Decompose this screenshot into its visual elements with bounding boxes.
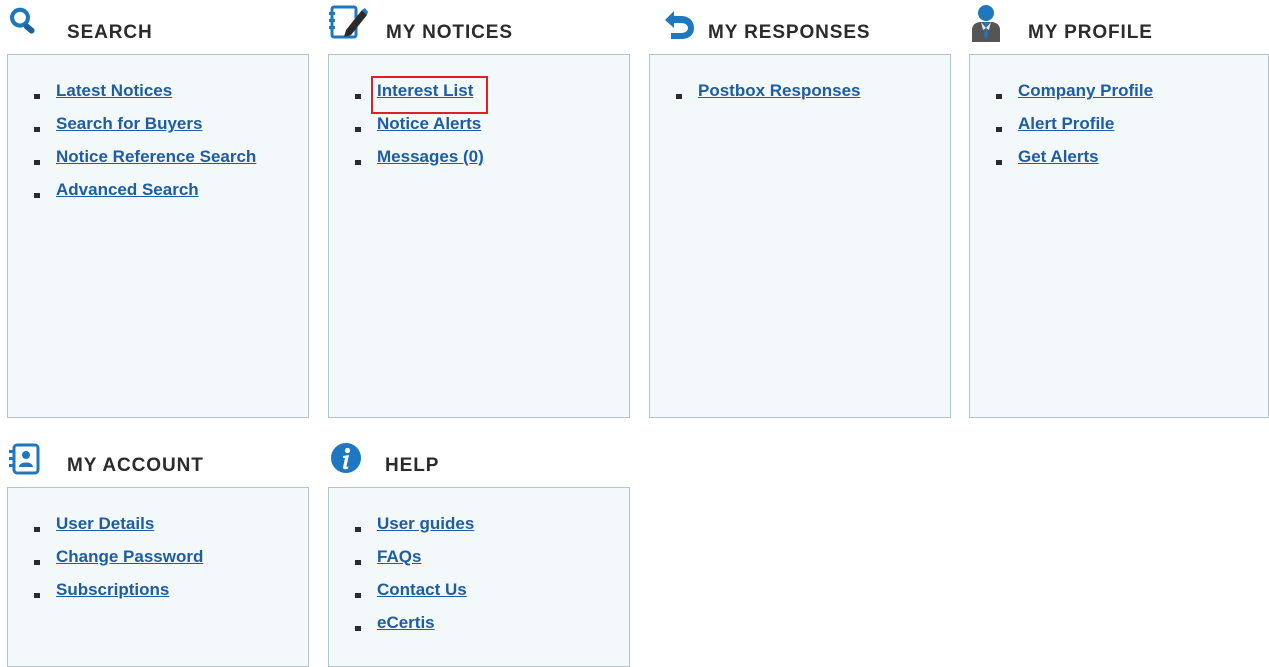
bullet	[34, 593, 40, 598]
list-item: Alert Profile	[996, 114, 1153, 147]
list-item: Interest List	[355, 76, 488, 114]
help-links-box: User guides FAQs Contact Us eCertis	[328, 487, 630, 667]
contact-book-icon	[9, 443, 40, 475]
my-responses-link-list: Postbox Responses	[676, 81, 861, 114]
bullet	[996, 127, 1002, 132]
list-item: User Details	[34, 514, 203, 547]
alert-profile-link[interactable]: Alert Profile	[1018, 114, 1114, 134]
list-item: User guides	[355, 514, 474, 547]
bullet	[676, 94, 682, 99]
bullet	[355, 94, 361, 99]
list-item: Messages (0)	[355, 147, 484, 180]
bullet	[996, 94, 1002, 99]
ecertis-link[interactable]: eCertis	[377, 613, 435, 633]
list-item: Get Alerts	[996, 147, 1153, 180]
list-item: Notice Reference Search	[34, 147, 256, 180]
magnifier-icon	[10, 7, 35, 34]
bullet	[34, 127, 40, 132]
contact-us-link[interactable]: Contact Us	[377, 580, 467, 600]
my-notices-panel-header: MY NOTICES	[328, 0, 630, 44]
search-link-list: Latest Notices Search for Buyers Notice …	[34, 81, 256, 213]
my-profile-panel-header: MY PROFILE	[969, 0, 1269, 44]
my-account-links-box: User Details Change Password Subscriptio…	[7, 487, 309, 667]
panel-title: MY RESPONSES	[708, 22, 871, 43]
bullet	[34, 560, 40, 565]
list-item: eCertis	[355, 613, 474, 646]
panel-title: MY NOTICES	[386, 22, 513, 43]
notice-alerts-link[interactable]: Notice Alerts	[377, 114, 481, 134]
help-panel-header: HELP	[328, 433, 630, 477]
interest-list-highlight-box	[371, 76, 488, 114]
list-item: Postbox Responses	[676, 81, 861, 114]
user-details-link[interactable]: User Details	[56, 514, 154, 534]
company-profile-link[interactable]: Company Profile	[1018, 81, 1153, 101]
my-account-panel-header: MY ACCOUNT	[7, 433, 309, 477]
list-item: Change Password	[34, 547, 203, 580]
faqs-link[interactable]: FAQs	[377, 547, 421, 567]
advanced-search-link[interactable]: Advanced Search	[56, 180, 199, 200]
bullet	[34, 160, 40, 165]
latest-notices-link[interactable]: Latest Notices	[56, 81, 172, 101]
list-item: Search for Buyers	[34, 114, 256, 147]
my-notices-link-list: Interest List Notice Alerts Messages (0)	[355, 76, 488, 180]
bullet	[355, 560, 361, 565]
person-icon	[972, 5, 1000, 42]
my-account-link-list: User Details Change Password Subscriptio…	[34, 514, 203, 613]
my-profile-links-box: Company Profile Alert Profile Get Alerts	[969, 54, 1269, 418]
list-item: Notice Alerts	[355, 114, 484, 147]
subscriptions-link[interactable]: Subscriptions	[56, 580, 169, 600]
bullet	[355, 626, 361, 631]
my-responses-links-box: Postbox Responses	[649, 54, 951, 418]
search-panel-header: SEARCH	[7, 0, 309, 44]
bullet	[355, 160, 361, 165]
bullet	[355, 527, 361, 532]
help-link-list: User guides FAQs Contact Us eCertis	[355, 514, 474, 646]
bullet	[34, 94, 40, 99]
panel-title: MY ACCOUNT	[67, 455, 204, 476]
bullet	[34, 193, 40, 198]
my-responses-panel-header: MY RESPONSES	[649, 0, 951, 44]
my-profile-link-list: Company Profile Alert Profile Get Alerts	[996, 81, 1153, 180]
list-item: Company Profile	[996, 81, 1153, 114]
info-icon	[331, 443, 361, 473]
bullet	[996, 160, 1002, 165]
notice-reference-search-link[interactable]: Notice Reference Search	[56, 147, 256, 167]
search-links-box: Latest Notices Search for Buyers Notice …	[7, 54, 309, 418]
return-arrow-icon	[665, 11, 694, 39]
panel-title: SEARCH	[67, 22, 153, 43]
list-item: FAQs	[355, 547, 474, 580]
messages-link[interactable]: Messages (0)	[377, 147, 484, 167]
my-notices-links-box: Interest List Notice Alerts Messages (0)	[328, 54, 630, 418]
notepad-pencil-icon	[329, 5, 368, 39]
list-item: Advanced Search	[34, 180, 256, 213]
get-alerts-link[interactable]: Get Alerts	[1018, 147, 1099, 167]
change-password-link[interactable]: Change Password	[56, 547, 203, 567]
bullet	[34, 527, 40, 532]
bullet	[355, 593, 361, 598]
panel-title: HELP	[385, 455, 440, 476]
postbox-responses-link[interactable]: Postbox Responses	[698, 81, 861, 101]
list-item: Contact Us	[355, 580, 474, 613]
panel-title: MY PROFILE	[1028, 22, 1153, 43]
list-item: Latest Notices	[34, 81, 256, 114]
bullet	[355, 127, 361, 132]
list-item: Subscriptions	[34, 580, 203, 613]
search-for-buyers-link[interactable]: Search for Buyers	[56, 114, 202, 134]
user-guides-link[interactable]: User guides	[377, 514, 474, 534]
